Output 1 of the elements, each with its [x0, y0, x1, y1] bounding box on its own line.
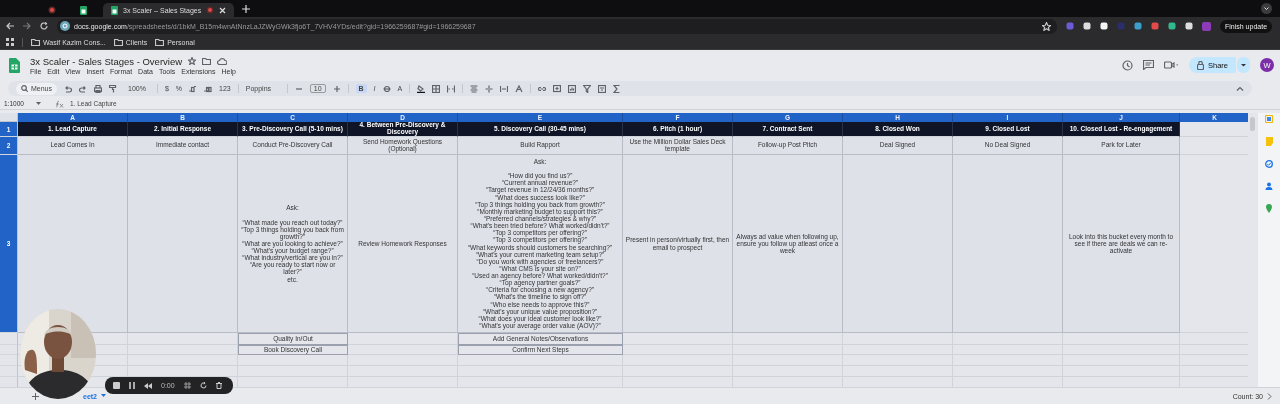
document-title[interactable]: 3x Scaler - Sales Stages - Overview — [30, 55, 183, 67]
